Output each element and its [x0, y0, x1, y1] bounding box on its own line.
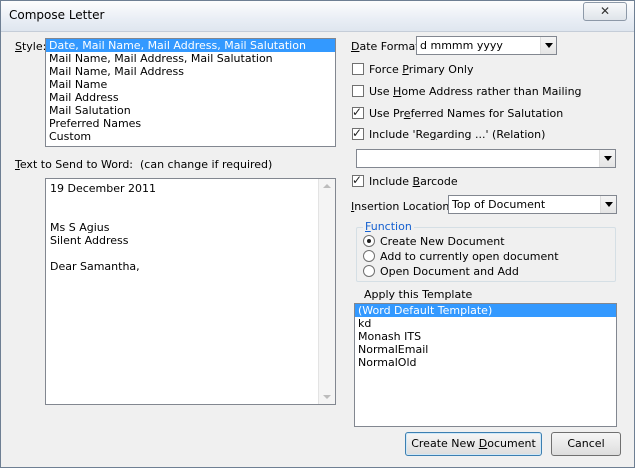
text-to-send-label: Text to Send to Word: — [15, 158, 134, 171]
open-document-and-add-label: Open Document and Add — [380, 265, 519, 278]
force-primary-checkbox[interactable] — [352, 63, 364, 75]
template-list-item[interactable]: NormalOld — [355, 356, 616, 369]
style-label: Style: — [15, 40, 47, 53]
template-list-item[interactable]: (Word Default Template) — [355, 304, 616, 317]
chevron-down-icon — [545, 43, 553, 48]
letter-text-area[interactable]: 19 December 2011 Ms S Agius Silent Address… — [45, 178, 336, 405]
chevron-down-icon — [605, 202, 613, 207]
window-title: Compose Letter — [9, 8, 105, 22]
style-list-item[interactable]: Mail Name — [46, 78, 335, 91]
checkmark-icon: ✓ — [352, 126, 363, 140]
template-label: Apply this Template — [364, 288, 473, 301]
regarding-label: Include 'Regarding ...' (Relation) — [369, 128, 546, 141]
scroll-up-icon[interactable] — [323, 184, 331, 188]
template-list-item[interactable]: NormalEmail — [355, 343, 616, 356]
dropdown-button[interactable] — [540, 37, 556, 54]
barcode-checkbox[interactable]: ✓ — [352, 173, 364, 187]
dropdown-button[interactable] — [599, 150, 615, 167]
style-list-item[interactable]: Custom — [46, 130, 335, 143]
add-to-open-document-radio[interactable] — [363, 250, 375, 262]
create-new-document-label: Create New Document — [380, 235, 505, 248]
force-primary-label: Force Primary Only — [369, 63, 474, 76]
style-list-item[interactable]: Mail Address — [46, 91, 335, 104]
compose-letter-dialog: Compose Letter ✕ Style: Date, Mail Name,… — [0, 0, 635, 468]
letter-text-line: Silent Address — [50, 234, 129, 247]
close-button[interactable]: ✕ — [583, 2, 627, 21]
chevron-down-icon — [604, 156, 612, 161]
regarding-checkbox[interactable]: ✓ — [352, 126, 364, 140]
letter-text-scrollbar[interactable] — [318, 179, 335, 404]
style-list-item[interactable]: Mail Salutation — [46, 104, 335, 117]
letter-text-line: 19 December 2011 — [50, 182, 157, 195]
letter-text-line: Ms S Agius — [50, 221, 110, 234]
style-list-item[interactable]: Preferred Names — [46, 117, 335, 130]
add-to-open-document-label: Add to currently open document — [380, 250, 559, 263]
insertion-location-value: Top of Document — [452, 198, 546, 211]
date-format-value: d mmmm yyyy — [420, 39, 503, 52]
dropdown-button[interactable] — [600, 196, 616, 213]
checkmark-icon: ✓ — [352, 173, 363, 187]
cancel-button[interactable]: Cancel — [551, 432, 621, 456]
template-listbox[interactable]: (Word Default Template) kd Monash ITS Norma… — [354, 303, 617, 427]
text-to-send-hint: (can change if required) — [140, 158, 273, 171]
create-new-document-radio[interactable] — [363, 235, 375, 247]
create-new-document-button[interactable]: Create New Document — [405, 432, 542, 456]
preferred-names-checkbox[interactable]: ✓ — [352, 105, 364, 119]
function-legend: Function — [363, 220, 414, 233]
home-address-checkbox[interactable] — [352, 85, 364, 97]
style-list-item[interactable]: Date, Mail Name, Mail Address, Mail Salu… — [46, 39, 335, 52]
style-listbox[interactable]: Date, Mail Name, Mail Address, Mail Salu… — [45, 38, 336, 147]
scroll-down-icon[interactable] — [323, 395, 331, 399]
relation-combo[interactable] — [356, 149, 616, 168]
radio-dot-icon — [367, 239, 371, 243]
barcode-label: Include Barcode — [369, 175, 458, 188]
style-list-item[interactable]: Mail Name, Mail Address — [46, 65, 335, 78]
home-address-label: Use Home Address rather than Mailing — [369, 85, 582, 98]
checkmark-icon: ✓ — [352, 105, 363, 119]
date-format-combo[interactable]: d mmmm yyyy — [416, 36, 557, 55]
letter-text-line: Dear Samantha, — [50, 260, 140, 273]
insertion-location-label: Insertion Location — [351, 200, 450, 213]
open-document-and-add-radio[interactable] — [363, 265, 375, 277]
preferred-names-label: Use Preferred Names for Salutation — [369, 107, 564, 120]
title-bar: Compose Letter ✕ — [1, 1, 634, 32]
insertion-location-combo[interactable]: Top of Document — [448, 195, 617, 214]
template-list-item[interactable]: kd — [355, 317, 616, 330]
template-list-item[interactable]: Monash ITS — [355, 330, 616, 343]
date-format-label: Date Format: — [351, 40, 424, 53]
style-list-item[interactable]: Mail Name, Mail Address, Mail Salutation — [46, 52, 335, 65]
